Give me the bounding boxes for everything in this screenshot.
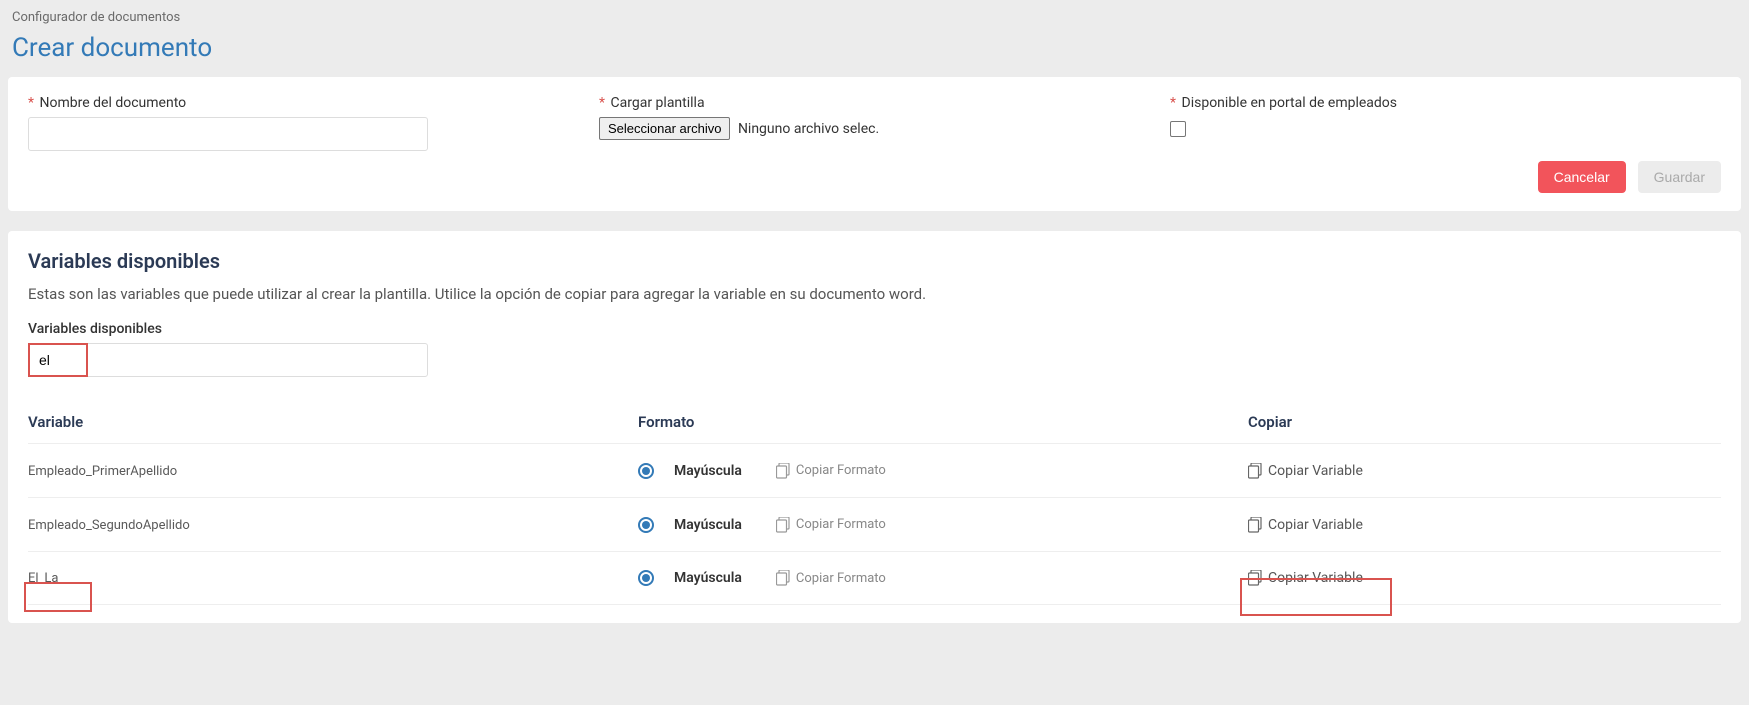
copy-icon xyxy=(776,570,790,586)
format-radio-mayuscula[interactable] xyxy=(638,463,654,479)
required-marker: * xyxy=(1170,95,1176,111)
col-formato-header: Formato xyxy=(638,413,1248,431)
portal-checkbox[interactable] xyxy=(1170,121,1186,137)
copy-format-text: Copiar Formato xyxy=(796,517,886,532)
format-radio-mayuscula[interactable] xyxy=(638,570,654,586)
copy-icon xyxy=(776,517,790,533)
name-label: * Nombre del documento xyxy=(28,95,579,111)
copy-format-text: Copiar Formato xyxy=(796,571,886,586)
variables-filter-input[interactable] xyxy=(28,343,428,377)
save-button: Guardar xyxy=(1638,161,1721,193)
col-copiar-header: Copiar xyxy=(1248,413,1721,431)
copy-icon xyxy=(1248,570,1262,586)
variables-title: Variables disponibles xyxy=(28,249,1721,273)
copy-icon xyxy=(1248,517,1262,533)
select-file-button[interactable]: Seleccionar archivo xyxy=(599,117,730,140)
copy-variable-text: Copiar Variable xyxy=(1268,570,1363,586)
table-row: Empleado_SegundoApellido Mayúscula Copia… xyxy=(28,497,1721,551)
template-label: * Cargar plantilla xyxy=(599,95,1150,111)
variable-name: Empleado_SegundoApellido xyxy=(28,518,190,533)
breadcrumb[interactable]: Configurador de documentos xyxy=(0,0,1749,29)
variables-panel: Variables disponibles Estas son las vari… xyxy=(8,231,1741,623)
radio-dot xyxy=(642,467,650,475)
copy-format-link[interactable]: Copiar Formato xyxy=(776,463,886,479)
copy-variable-link[interactable]: Copiar Variable xyxy=(1248,570,1363,586)
name-label-text: Nombre del documento xyxy=(40,95,187,111)
create-document-panel: * Nombre del documento * Cargar plantill… xyxy=(8,77,1741,211)
format-label: Mayúscula xyxy=(674,463,742,479)
format-radio-mayuscula[interactable] xyxy=(638,517,654,533)
copy-format-text: Copiar Formato xyxy=(796,463,886,478)
copy-icon xyxy=(1248,463,1262,479)
variable-name: Empleado_PrimerApellido xyxy=(28,464,177,479)
copy-format-link[interactable]: Copiar Formato xyxy=(776,517,886,533)
table-row: El_La Mayúscula Copiar Formato Copiar Va… xyxy=(28,551,1721,605)
copy-variable-text: Copiar Variable xyxy=(1268,517,1363,533)
radio-dot xyxy=(642,521,650,529)
filter-label: Variables disponibles xyxy=(28,321,1721,337)
cancel-button[interactable]: Cancelar xyxy=(1538,161,1626,193)
highlight-variable xyxy=(24,582,92,612)
file-status-text: Ninguno archivo selec. xyxy=(738,121,879,137)
required-marker: * xyxy=(28,95,34,111)
page-title: Crear documento xyxy=(0,29,1749,77)
portal-label: * Disponible en portal de empleados xyxy=(1170,95,1721,111)
portal-label-text: Disponible en portal de empleados xyxy=(1182,95,1398,111)
copy-variable-link[interactable]: Copiar Variable xyxy=(1248,463,1363,479)
copy-variable-link[interactable]: Copiar Variable xyxy=(1248,517,1363,533)
copy-variable-text: Copiar Variable xyxy=(1268,463,1363,479)
required-marker: * xyxy=(599,95,605,111)
radio-dot xyxy=(642,574,650,582)
table-header: Variable Formato Copiar xyxy=(28,403,1721,443)
table-row: Empleado_PrimerApellido Mayúscula Copiar… xyxy=(28,443,1721,497)
copy-format-link[interactable]: Copiar Formato xyxy=(776,570,886,586)
template-label-text: Cargar plantilla xyxy=(611,95,705,111)
format-label: Mayúscula xyxy=(674,517,742,533)
variable-name: El_La xyxy=(28,571,59,586)
format-label: Mayúscula xyxy=(674,570,742,586)
col-variable-header: Variable xyxy=(28,413,638,431)
variables-desc: Estas son las variables que puede utiliz… xyxy=(28,285,1721,303)
document-name-input[interactable] xyxy=(28,117,428,151)
copy-icon xyxy=(776,463,790,479)
